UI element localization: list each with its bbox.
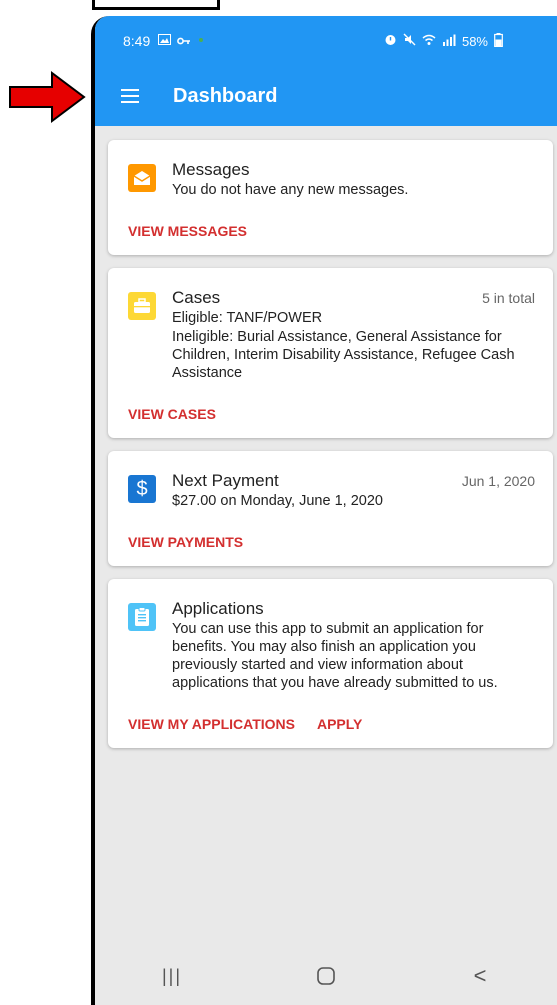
- payment-title: Next Payment: [172, 471, 279, 490]
- screen: 8:49 58% Dashboard Messages You do not h…: [95, 16, 557, 1005]
- back-button[interactable]: <: [450, 956, 510, 996]
- cases-card: Cases 5 in total Eligible: TANF/POWER In…: [108, 268, 553, 438]
- applications-text: You can use this app to submit an applic…: [172, 621, 498, 691]
- view-messages-button[interactable]: VIEW MESSAGES: [128, 223, 247, 239]
- gallery-icon: [158, 34, 172, 48]
- battery-level: 58%: [461, 33, 488, 49]
- menu-button[interactable]: [115, 81, 145, 111]
- wifi-icon: [422, 34, 436, 49]
- hamburger-icon: [121, 89, 139, 103]
- view-my-applications-button[interactable]: VIEW MY APPLICATIONS: [128, 716, 295, 732]
- clipboard-icon: [128, 603, 156, 631]
- status-bar: 8:49 58%: [95, 16, 557, 66]
- apply-button[interactable]: APPLY: [317, 716, 362, 732]
- cases-ineligible: Ineligible: Burial Assistance, General A…: [172, 329, 515, 381]
- home-icon: [317, 967, 335, 985]
- payment-date: Jun 1, 2020: [461, 473, 535, 489]
- sync-icon: [197, 34, 205, 48]
- page-title: Dashboard: [173, 84, 278, 107]
- cases-title: Cases: [172, 288, 221, 307]
- messages-icon: [128, 164, 156, 192]
- payment-text: $27.00 on Monday, June 1, 2020: [172, 493, 383, 509]
- view-payments-button[interactable]: VIEW PAYMENTS: [128, 534, 243, 550]
- applications-card: Applications You can use this app to sub…: [108, 579, 553, 748]
- recent-apps-icon: |||: [161, 965, 183, 986]
- status-right: 58%: [384, 32, 503, 50]
- alarm-icon: [384, 33, 397, 49]
- key-icon: [177, 34, 191, 48]
- mute-icon: [403, 33, 416, 49]
- annotation-arrow-icon: [9, 71, 86, 123]
- messages-text: You do not have any new messages.: [172, 182, 409, 198]
- applications-title: Applications: [172, 599, 264, 618]
- briefcase-icon: [128, 292, 156, 320]
- status-time: 8:49: [123, 33, 151, 49]
- messages-card: Messages You do not have any new message…: [108, 140, 553, 255]
- cases-eligible: Eligible: TANF/POWER: [172, 310, 323, 326]
- messages-title: Messages: [172, 160, 250, 179]
- battery-icon: [494, 32, 503, 50]
- app-bar: Dashboard: [95, 66, 557, 126]
- dollar-glyph: $: [136, 478, 148, 500]
- phone-frame: 8:49 58% Dashboard Messages You do not h…: [91, 16, 557, 1005]
- view-cases-button[interactable]: VIEW CASES: [128, 406, 216, 422]
- dashboard-content: Messages You do not have any new message…: [95, 126, 557, 748]
- back-icon: <: [473, 963, 487, 988]
- system-nav-bar: ||| <: [95, 947, 557, 1005]
- home-button[interactable]: [296, 956, 356, 996]
- annotation-bracket: [92, 0, 220, 10]
- signal-icon: [442, 34, 456, 49]
- recent-apps-button[interactable]: |||: [142, 956, 202, 996]
- dollar-icon: $: [128, 475, 156, 503]
- cases-count: 5 in total: [482, 290, 535, 306]
- payment-card: $ Next Payment Jun 1, 2020 $27.00 on Mon…: [108, 451, 553, 566]
